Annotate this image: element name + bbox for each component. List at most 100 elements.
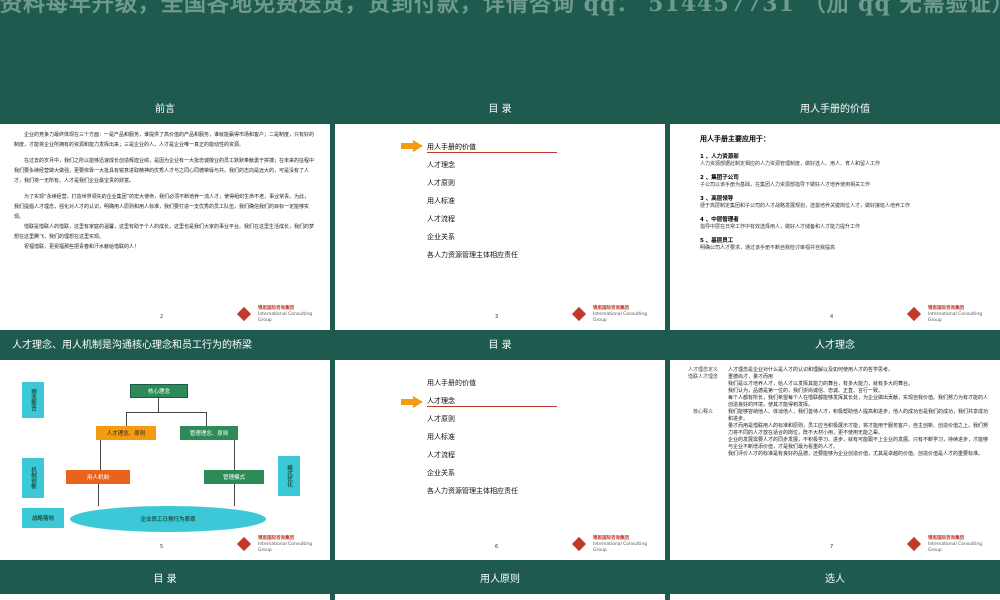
- connector: [234, 440, 235, 470]
- slide-thumbnail-7[interactable]: 人才理念 人才理念定义 人才理念是企业对什么是人才的认识和理解以及如何使用人才的哲…: [670, 332, 1000, 560]
- slide-header: 人才理念、用人机制是沟通核心理念和员工行为的桥梁: [0, 332, 330, 360]
- toc-item[interactable]: 用人标准: [427, 428, 518, 446]
- page-number: 7: [830, 544, 834, 550]
- usage-item: 1 、人力资源部 人力资源部据此制定相应的人力资源管理制度，做好选人、用人、育人和…: [700, 152, 980, 167]
- page-number: 2: [160, 314, 164, 320]
- slide-thumbnail-6[interactable]: 目 录 用人手册的价值 人才理念 人才原则 用人标准 人才流程 企业关系 各人力…: [335, 332, 665, 560]
- toc-item[interactable]: 人才原则: [427, 174, 518, 192]
- ad-banner-text: 资料每年升级，全国各地免费送货，货到付款，详情咨询 qq： 514457731 …: [0, 0, 1000, 17]
- logo-en: International Consulting Group: [258, 542, 313, 553]
- arrow-icon: [401, 396, 423, 408]
- usage-heading: 用人手册主要应用于：: [700, 135, 770, 143]
- side-label: 战略落地: [22, 508, 64, 528]
- slide-header: 用人手册的价值: [670, 96, 1000, 124]
- logo-en: International Consulting Group: [593, 312, 648, 323]
- slide-thumbnail-10[interactable]: 选人: [670, 566, 1000, 600]
- table-row: 我们认为，品德是第一位的，我们崇尚诚信、忠诚、正直、言行一致。: [678, 387, 992, 394]
- usage-item-text: 明确公司人才要求，通过该手册不断自我检讨审视并自我提高: [700, 245, 836, 251]
- usage-item: 2 、集团子公司 子公司以该手册为基础，在集团人力资源部指导下做好人才培养使用相关…: [700, 173, 980, 188]
- usage-item-title: 4 、中层管理者: [700, 217, 739, 223]
- usage-list: 用人手册主要应用于： 1 、人力资源部 人力资源部据此制定相应的人力资源管理制度，…: [700, 134, 980, 257]
- toc-item[interactable]: 人才流程: [427, 446, 518, 464]
- connector: [158, 398, 159, 412]
- talent-concept-table: 人才理念定义 人才理念是企业对什么是人才的认识和理解以及如何使用人才的哲学思考。 …: [678, 366, 992, 457]
- connector: [100, 440, 101, 470]
- slide-header: 目 录: [335, 96, 665, 124]
- table-row: 我们评价人才的标准是有良好的品德，还要能够为企业创造价值，尤其是卓越的价值。创造…: [678, 450, 992, 457]
- page-number: 3: [495, 314, 499, 320]
- paragraph: 祝福惜联，更祝福那些把青春和汗水献给惜联的人！: [24, 244, 140, 250]
- toc-item[interactable]: 企业关系: [427, 228, 518, 246]
- toc-item[interactable]: 用人手册的价值: [427, 374, 518, 392]
- slide-header: 目 录: [335, 332, 665, 360]
- usage-item: 4 、中层管理者 指导中层在日常工作中有效选择用人，做好人才储备和人才能力提升工作: [700, 215, 980, 230]
- slide-thumbnail-8[interactable]: 目 录: [0, 566, 330, 600]
- logo-icon: [236, 538, 254, 552]
- side-label: 模式优化: [278, 456, 300, 496]
- usage-item-title: 5 、基层员工: [700, 238, 734, 244]
- toc-item[interactable]: 人才理念: [427, 156, 518, 174]
- logo-icon: [906, 538, 924, 552]
- row-key: 惜联人才理念: [687, 374, 718, 380]
- slide-thumbnail-4[interactable]: 用人手册的价值 用人手册主要应用于： 1 、人力资源部 人力资源部据此制定相应的人…: [670, 96, 1000, 330]
- company-logo: 锦思国际咨询集团 International Consulting Group: [571, 306, 655, 324]
- connector: [126, 412, 206, 413]
- company-logo: 锦思国际咨询集团 International Consulting Group: [236, 306, 320, 324]
- toc-list: 用人手册的价值 人才理念 人才原则 用人标准 人才流程 企业关系 各人力资源管理…: [427, 138, 557, 264]
- logo-en: International Consulting Group: [928, 312, 983, 323]
- company-logo: 锦思国际咨询集团 International Consulting Group: [906, 536, 990, 554]
- slide-header: 前言: [0, 96, 330, 124]
- ad-banner: 资料每年升级，全国各地免费送货，货到付款，详情咨询 qq： 514457731 …: [0, 0, 1000, 34]
- core-box: 核心理念: [130, 384, 188, 398]
- paragraph: 在过去的岁月中，我们之所以能够迅速成长创造辉煌业绩，是因为企业有一大批忠诚敬业的…: [14, 158, 315, 184]
- usage-item-text: 子公司以该手册为基础，在集团人力资源部指导下做好人才培养使用相关工作: [700, 182, 871, 188]
- logo-en: International Consulting Group: [593, 542, 648, 553]
- slide-thumbnail-3[interactable]: 目 录 用人手册的价值 人才理念 人才原则 用人标准 人才流程 企业关系 各人力…: [335, 96, 665, 330]
- arrow-icon: [401, 140, 423, 152]
- toc-item[interactable]: 各人力资源管理主体相应责任: [427, 482, 518, 500]
- connector: [206, 412, 207, 426]
- table-row: 量才而用是惜联用人的标准和原则，员工应当积极展示才能，将才能用于服务客户，自主创…: [678, 422, 992, 436]
- row-value: 人才理念是企业对什么是人才的认识和理解以及如何使用人才的哲学思考。: [728, 367, 894, 373]
- slide-header: 目 录: [0, 566, 330, 594]
- connector: [126, 412, 127, 426]
- toc-item[interactable]: 人才流程: [427, 210, 518, 228]
- slide-thumbnail-9[interactable]: 用人原则: [335, 566, 665, 600]
- paragraph: 为了实现“永续经营，打造世界领先的企业集团”的宏大使命，我们必须不断培养一流人才…: [14, 194, 310, 220]
- row-key: [678, 387, 728, 394]
- row-key: [678, 422, 728, 436]
- slide-thumbnail-5[interactable]: 人才理念、用人机制是沟通核心理念和员工行为的桥梁 理念整合 机制创新 战略落地 …: [0, 332, 330, 560]
- usage-item: 3 、高层领导 便于高层制定集团和子公司的人才战略发展规划，选拔培养关键岗位人才，…: [700, 194, 980, 209]
- row-value: 企业的发展需要人才的同步发展，不积极学习、进步，就有可能跟不上企业的发展。只有不…: [728, 437, 989, 450]
- slide-header: 人才理念: [670, 332, 1000, 360]
- row-key: 核心释义: [692, 409, 713, 415]
- table-row: 企业的发展需要人才的同步发展，不积极学习、进步，就有可能跟不上企业的发展。只有不…: [678, 436, 992, 450]
- mgmt-box: 管理理念、原则: [180, 426, 238, 440]
- toc-item[interactable]: 企业关系: [427, 464, 518, 482]
- company-logo: 锦思国际咨询集团 International Consulting Group: [236, 536, 320, 554]
- toc-item[interactable]: 人才理念: [427, 392, 557, 410]
- logo-icon: [571, 538, 589, 552]
- usage-item: 5 、基层员工 明确公司人才要求，通过该手册不断自我检讨审视并自我提高: [700, 236, 980, 251]
- slide-thumbnail-2[interactable]: 前言 企业的竞争力最终体现在三个方面：一是产品和服务，谁提供了高价值的产品和服务…: [0, 96, 330, 330]
- row-key: [678, 436, 728, 450]
- row-value: 每个人都有所长，我们希望每个人在惜联都能够发挥其长处，为企业做出贡献，实现自我价…: [728, 395, 989, 408]
- preface-text: 企业的竞争力最终体现在三个方面：一是产品和服务，谁提供了高价值的产品和服务，谁就…: [14, 130, 314, 252]
- usage-item-title: 1 、人力资源部: [700, 154, 739, 160]
- row-value: 我们认为，品德是第一位的，我们崇尚诚信、忠诚、正直、言行一致。: [728, 388, 884, 394]
- page-number: 4: [830, 314, 834, 320]
- toc-item[interactable]: 用人标准: [427, 192, 518, 210]
- logo-en: International Consulting Group: [928, 542, 983, 553]
- mechanism-box: 用人机制: [66, 470, 130, 484]
- connector: [98, 484, 99, 506]
- row-key: 人才理念定义: [687, 367, 718, 373]
- page-number: 6: [495, 544, 499, 550]
- usage-item-text: 指导中层在日常工作中有效选择用人，做好人才储备和人才能力提升工作: [700, 224, 861, 230]
- row-value: 我们能够容纳他人、体谅他人，我们善待人才，积极帮助他人提高和进步，他人的成功也是…: [728, 409, 989, 422]
- row-key: [678, 380, 728, 387]
- toc-item[interactable]: 各人力资源管理主体相应责任: [427, 246, 518, 264]
- row-key: [678, 450, 728, 457]
- toc-item[interactable]: 用人手册的价值: [427, 138, 557, 156]
- toc-item[interactable]: 人才原则: [427, 410, 518, 428]
- paragraph: 企业的竞争力最终体现在三个方面：一是产品和服务，谁提供了高价值的产品和服务，谁就…: [14, 132, 315, 148]
